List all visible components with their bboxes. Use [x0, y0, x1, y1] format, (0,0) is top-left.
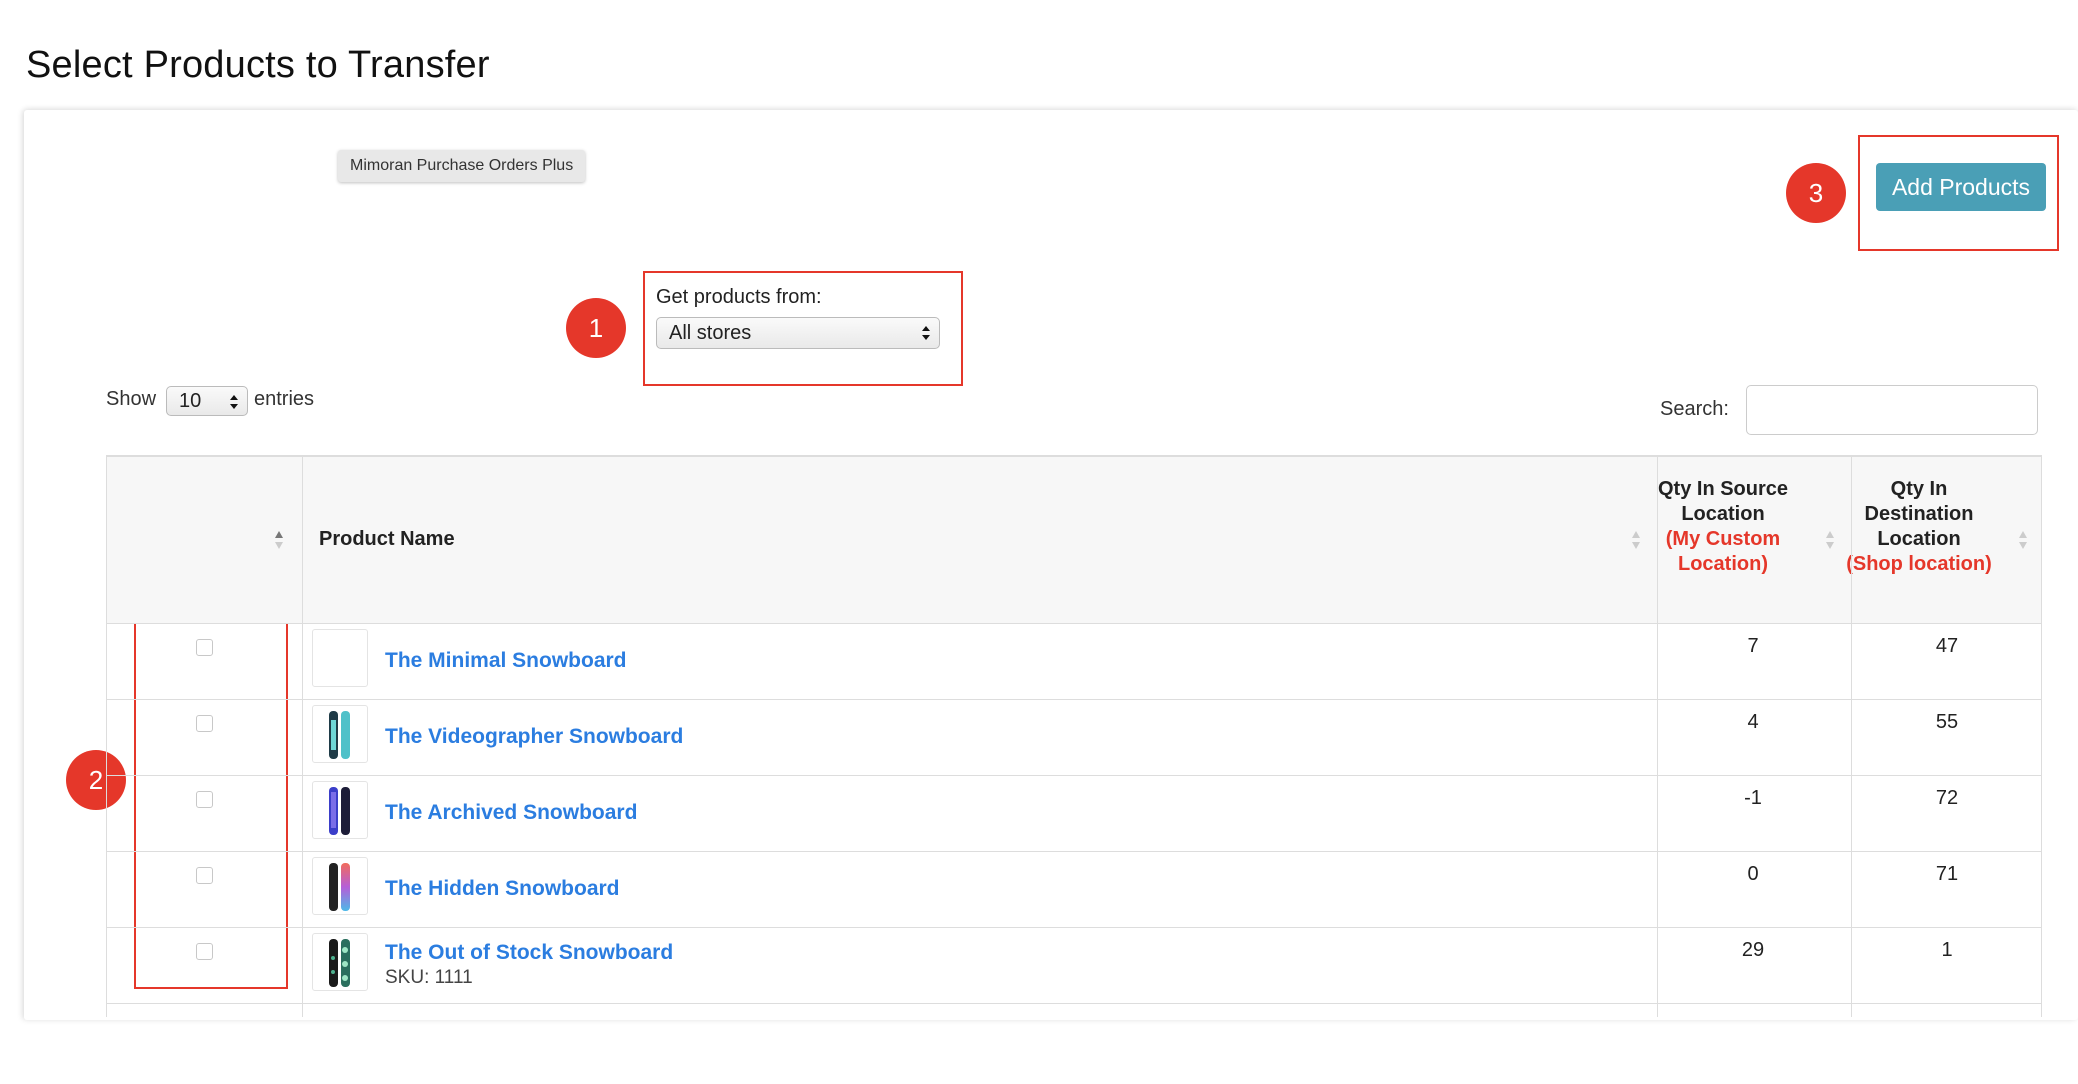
column-divider	[1851, 457, 1852, 1017]
qty-source-cell: -1	[1744, 787, 1762, 809]
header-qty-source[interactable]: Qty In Source Location (My Custom Locati…	[1653, 477, 1793, 577]
store-filter-label: Get products from:	[656, 286, 822, 308]
header-qty-dest[interactable]: Qty In Destination Location (Shop locati…	[1845, 477, 1993, 577]
product-thumbnail	[312, 705, 368, 763]
qty-source-cell: 0	[1747, 863, 1759, 885]
sort-asc-icon[interactable]	[274, 529, 284, 551]
product-sku: SKU: 1111	[385, 967, 473, 988]
product-name-link[interactable]: The Minimal Snowboard	[385, 649, 627, 673]
header-qty-source-text: Qty In Source Location	[1657, 478, 1789, 525]
sort-icon[interactable]	[1631, 529, 1641, 551]
row-checkbox[interactable]	[196, 943, 213, 960]
sort-icon[interactable]	[1825, 529, 1835, 551]
product-name-link[interactable]: The Videographer Snowboard	[385, 725, 683, 749]
annotation-badge-3: 3	[1786, 163, 1846, 223]
teal-board-icon	[329, 711, 350, 759]
header-dest-location: (Shop location)	[1846, 553, 1992, 575]
column-divider	[1657, 457, 1658, 1017]
product-name-link[interactable]: The Out of Stock Snowboard	[385, 941, 673, 965]
table-row: The Minimal Snowboard 7 47	[107, 623, 2041, 700]
product-name-link[interactable]: The Archived Snowboard	[385, 801, 637, 825]
table-row: The Hidden Snowboard 0 71	[107, 851, 2041, 928]
product-thumbnail	[312, 781, 368, 839]
show-label: Show	[106, 388, 157, 410]
product-thumbnail	[312, 857, 368, 915]
qty-source-cell: 7	[1747, 635, 1759, 657]
select-arrows-icon	[922, 326, 930, 340]
add-products-button[interactable]: Add Products	[1876, 163, 2046, 211]
qty-source-cell: 29	[1741, 939, 1765, 961]
header-source-location: (My Custom Location)	[1665, 528, 1781, 575]
app-tooltip: Mimoran Purchase Orders Plus	[338, 150, 586, 182]
header-product-name[interactable]: Product Name	[319, 527, 455, 552]
qty-dest-cell: 1	[1941, 939, 1953, 961]
qty-dest-cell: 72	[1935, 787, 1959, 809]
table-row: The Out of Stock Snowboard SKU: 1111 29 1	[107, 927, 2041, 1004]
purple-board-icon	[329, 787, 350, 835]
header-qty-dest-text: Qty In Destination Location	[1864, 478, 1974, 550]
pattern-board-icon	[329, 939, 350, 987]
qty-source-cell: 4	[1747, 711, 1759, 733]
qty-dest-cell: 55	[1935, 711, 1959, 733]
qty-dest-cell: 47	[1935, 635, 1959, 657]
table-header: Product Name Qty In Source Location (My …	[107, 457, 2041, 624]
annotation-badge-1: 1	[566, 298, 626, 358]
gradient-board-icon	[329, 863, 350, 911]
table-row: The Videographer Snowboard 4 55	[107, 699, 2041, 776]
row-checkbox[interactable]	[196, 791, 213, 808]
row-checkbox[interactable]	[196, 867, 213, 884]
entries-select-value: 10	[179, 390, 202, 412]
products-table: Product Name Qty In Source Location (My …	[106, 455, 2042, 1017]
row-checkbox[interactable]	[196, 639, 213, 656]
select-arrows-icon	[230, 395, 238, 409]
product-thumbnail	[312, 629, 368, 687]
product-thumbnail	[312, 933, 368, 991]
entries-select[interactable]: 10	[166, 386, 248, 416]
store-select-value: All stores	[669, 322, 752, 344]
store-select[interactable]: All stores	[656, 317, 940, 349]
table-row	[107, 1003, 2041, 1017]
row-checkbox[interactable]	[196, 715, 213, 732]
qty-dest-cell: 71	[1935, 863, 1959, 885]
table-row: The Archived Snowboard -1 72	[107, 775, 2041, 852]
column-divider	[302, 457, 303, 1017]
page-title: Select Products to Transfer	[26, 44, 490, 86]
sort-icon[interactable]	[2018, 529, 2028, 551]
product-name-link[interactable]: The Hidden Snowboard	[385, 877, 620, 901]
search-input[interactable]	[1746, 385, 2038, 435]
entries-label: entries	[254, 388, 315, 410]
search-label: Search:	[1660, 398, 1729, 420]
